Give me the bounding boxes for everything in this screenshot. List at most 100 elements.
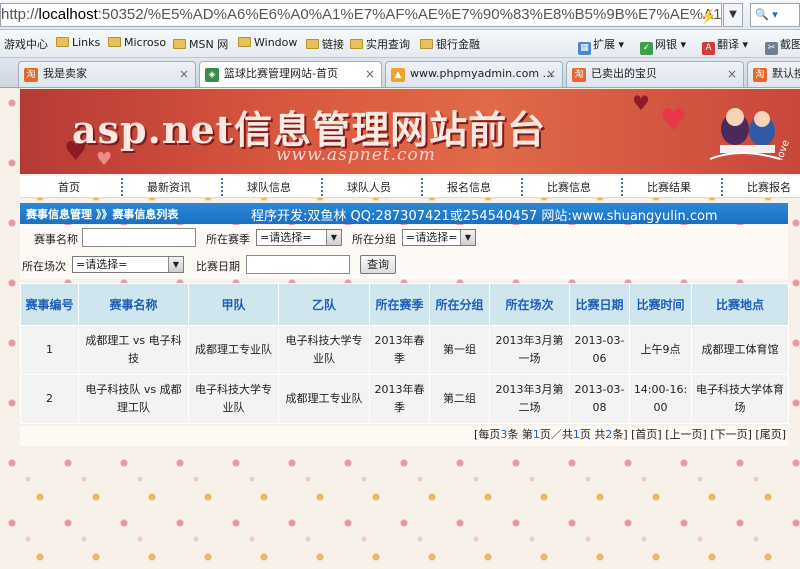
fav-item-utilities[interactable]: 实用查询 <box>350 36 410 52</box>
query-button[interactable]: 查询 <box>360 255 396 274</box>
cell-name: 成都理工 vs 电子科技 <box>78 325 189 375</box>
cell-id: 2 <box>20 374 79 424</box>
folder-icon <box>173 39 186 49</box>
close-icon[interactable]: × <box>365 62 375 86</box>
nav-team-info[interactable]: 球队信息 <box>234 179 304 195</box>
nav-registration-info[interactable]: 报名信息 <box>434 179 504 195</box>
cell-season: 2013年春季 <box>369 325 430 375</box>
url-path: :50352/%E5%AD%A6%E6%A0%A1%E7%AF%AE%E7%90… <box>97 6 722 23</box>
screenshot-button[interactable]: ✂ 截图 <box>765 36 800 55</box>
fav-item-game-center[interactable]: 游戏中心 <box>4 36 48 52</box>
folder-icon <box>108 37 121 47</box>
nav-home[interactable]: 首页 <box>34 179 104 195</box>
url-host: localhost <box>38 6 98 23</box>
fav-item-msn[interactable]: MSN 网 <box>173 36 228 52</box>
cell-venue: 电子科技大学体育场 <box>691 374 789 424</box>
nav-divider <box>521 178 523 196</box>
nav-divider <box>321 178 323 196</box>
cell-id: 1 <box>20 325 79 375</box>
season-label: 所在赛季 <box>206 233 250 246</box>
search-engine-box[interactable]: 🔍 ▾ <box>750 3 800 27</box>
cell-round: 2013年3月第二场 <box>489 374 570 424</box>
close-icon[interactable]: × <box>179 62 189 86</box>
tab-sold-items[interactable]: 淘已卖出的宝贝 × <box>566 61 744 87</box>
breadcrumb: 赛事信息管理 》》赛事信息列表 <box>26 208 179 221</box>
round-label: 所在场次 <box>22 260 66 273</box>
nav-news[interactable]: 最新资讯 <box>134 179 204 195</box>
nav-divider <box>221 178 223 196</box>
round-select[interactable]: =请选择= ▼ <box>72 256 184 273</box>
shield-icon: ✓ <box>640 42 653 55</box>
folder-icon <box>306 39 319 49</box>
url-field[interactable]: http://localhost:50352/%E5%AD%A6%E6%A0%A… <box>0 3 722 27</box>
cell-time: 14:00-16:00 <box>629 374 692 424</box>
col-header-venue: 比赛地点 <box>691 283 789 326</box>
cell-date: 2013-03-08 <box>569 374 630 424</box>
match-table: 赛事编号 赛事名称 甲队 乙队 所在赛季 所在分组 所在场次 比赛日期 比赛时间… <box>20 283 789 424</box>
cell-time: 上午9点 <box>629 325 692 375</box>
cell-round: 2013年3月第一场 <box>489 325 570 375</box>
phpmyadmin-icon: ▲ <box>391 68 405 82</box>
col-header-id: 赛事编号 <box>20 283 79 326</box>
cell-team-b: 电子科技大学专业队 <box>278 325 370 375</box>
site-url: www.aspnet.com <box>276 145 436 165</box>
lightning-icon[interactable]: ⚡ <box>700 5 717 26</box>
fav-item-links[interactable]: Links <box>56 36 100 49</box>
close-icon[interactable]: × <box>546 62 556 86</box>
nav-match-signup[interactable]: 比赛报名 <box>734 179 800 195</box>
taobao-icon: 淘 <box>572 68 586 82</box>
tab-default-search[interactable]: 淘默认搜 <box>747 61 800 87</box>
season-select[interactable]: =请选择= ▼ <box>256 229 342 246</box>
couple-illustration: love <box>709 108 792 162</box>
main-nav: 首页 最新资讯 球队信息 球队人员 报名信息 比赛信息 比赛结果 比赛报名 <box>20 176 800 198</box>
fav-item-links-cn[interactable]: 链接 <box>306 36 344 52</box>
cell-team-b: 成都理工专业队 <box>278 374 370 424</box>
first-page-link[interactable]: [首页] <box>631 428 662 441</box>
tab-phpmyadmin[interactable]: ▲ www.phpmyadmin.com ... × <box>385 61 563 87</box>
col-header-date: 比赛日期 <box>569 283 630 326</box>
scissors-icon: ✂ <box>765 42 778 55</box>
site-banner: ♥ ♥ ♥ ♥ asp.net信息管理网站前台 www.aspnet.com l… <box>20 89 800 174</box>
nav-divider <box>721 178 723 196</box>
address-dropdown-button[interactable]: ▼ <box>723 3 743 27</box>
heart-icon: ♥ <box>632 91 650 115</box>
developer-info: 程序开发:双鱼林 QQ:287307421或254540457 网站:www.s… <box>251 209 718 224</box>
next-page-link[interactable]: [下一页] <box>710 428 752 441</box>
tab-bar: 淘我是卖家 × ◈ 篮球比赛管理网站-首页 × ▲ www.phpmyadmin.com… <box>0 58 800 88</box>
match-name-input[interactable] <box>82 228 196 247</box>
nav-match-results[interactable]: 比赛结果 <box>634 179 704 195</box>
match-date-input[interactable] <box>246 255 350 274</box>
tab-seller[interactable]: 淘我是卖家 × <box>18 61 196 87</box>
pagination: [每页3条 第1页／共1页 共2条] [首页] [上一页] [下一页] [尾页] <box>20 426 788 446</box>
bank-button[interactable]: ✓ 网银 ▾ <box>640 36 686 55</box>
match-date-label: 比赛日期 <box>196 260 240 273</box>
tab-basketball-home[interactable]: ◈ 篮球比赛管理网站-首页 × <box>199 61 382 87</box>
fav-item-banking[interactable]: 银行金融 <box>420 36 480 52</box>
table-row[interactable]: 1 成都理工 vs 电子科技 成都理工专业队 电子科技大学专业队 2013年春季… <box>20 325 789 375</box>
nav-match-info[interactable]: 比赛信息 <box>534 179 604 195</box>
group-select[interactable]: =请选择= ▼ <box>402 229 476 246</box>
cell-group: 第一组 <box>429 325 490 375</box>
pager-summary: [每页3条 第1页／共1页 共2条] <box>474 428 628 441</box>
fav-item-windows[interactable]: Window <box>238 36 297 49</box>
cell-team-a: 成都理工专业队 <box>188 325 279 375</box>
nav-team-members[interactable]: 球队人员 <box>334 179 404 195</box>
cell-group: 第二组 <box>429 374 490 424</box>
cell-season: 2013年春季 <box>369 374 430 424</box>
taobao-icon: 淘 <box>24 68 38 82</box>
translate-button[interactable]: A 翻译 ▾ <box>702 36 748 55</box>
col-header-team-a: 甲队 <box>188 283 279 326</box>
fav-item-microsoft[interactable]: Microso <box>108 36 166 49</box>
cell-team-a: 电子科技大学专业队 <box>188 374 279 424</box>
group-label: 所在分组 <box>352 233 396 246</box>
chevron-down-icon: ▼ <box>326 230 341 245</box>
favorites-bar: 游戏中心 Links Microso MSN 网 Window 链接 实用查询 … <box>0 30 800 58</box>
heart-icon: ♥ <box>660 103 687 138</box>
col-header-name: 赛事名称 <box>78 283 189 326</box>
last-page-link[interactable]: [尾页] <box>755 428 786 441</box>
prev-page-link[interactable]: [上一页] <box>665 428 707 441</box>
page-content: ♥ ♥ ♥ ♥ asp.net信息管理网站前台 www.aspnet.com l… <box>0 89 800 569</box>
close-icon[interactable]: × <box>727 62 737 86</box>
extensions-button[interactable]: ▦ 扩展 ▾ <box>578 36 624 55</box>
table-row[interactable]: 2 电子科技队 vs 成都理工队 电子科技大学专业队 成都理工专业队 2013年… <box>20 374 789 424</box>
